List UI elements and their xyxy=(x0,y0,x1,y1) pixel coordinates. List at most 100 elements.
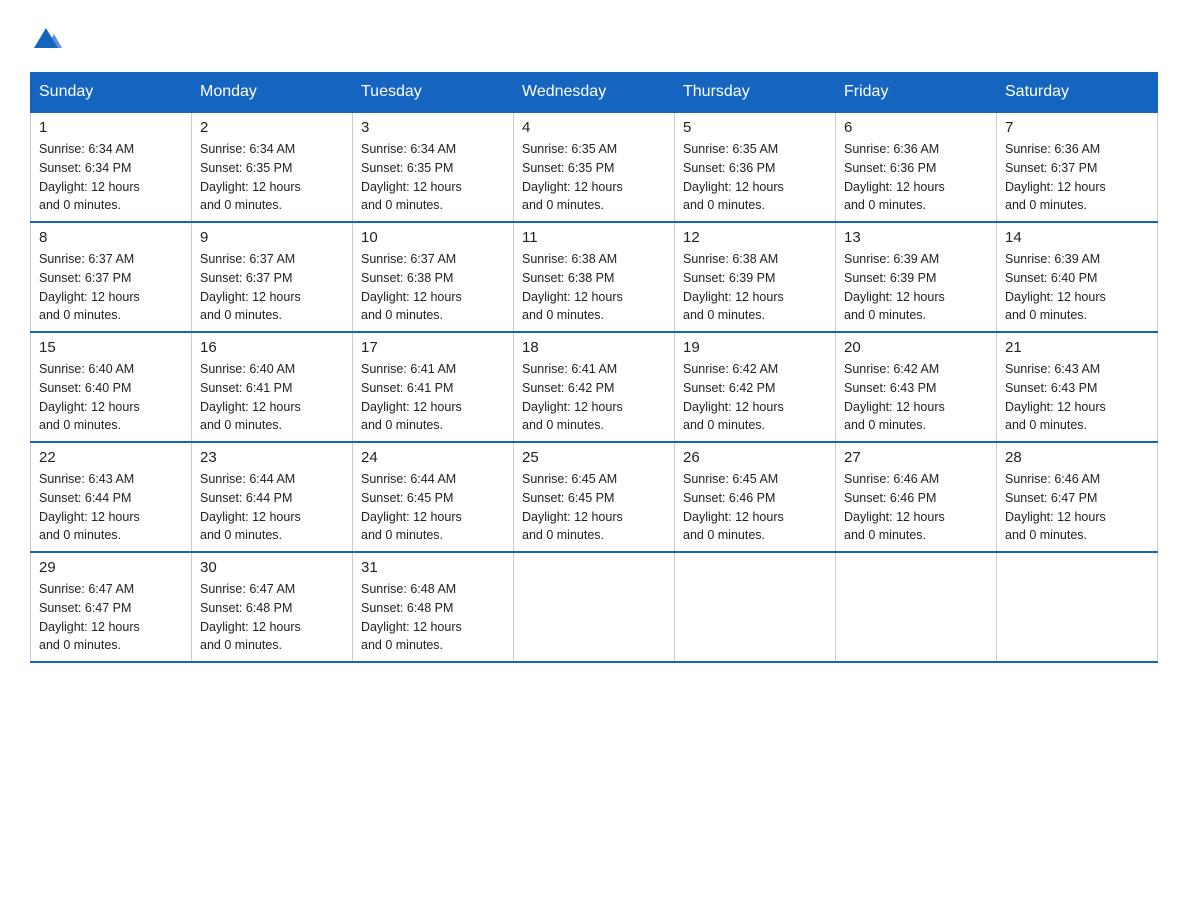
calendar-header-row: SundayMondayTuesdayWednesdayThursdayFrid… xyxy=(31,73,1158,113)
calendar-cell: 27 Sunrise: 6:46 AM Sunset: 6:46 PM Dayl… xyxy=(836,442,997,552)
day-info: Sunrise: 6:43 AM Sunset: 6:44 PM Dayligh… xyxy=(39,470,183,545)
day-number: 8 xyxy=(39,229,183,246)
day-info: Sunrise: 6:34 AM Sunset: 6:34 PM Dayligh… xyxy=(39,140,183,215)
day-info: Sunrise: 6:46 AM Sunset: 6:47 PM Dayligh… xyxy=(1005,470,1149,545)
day-info: Sunrise: 6:38 AM Sunset: 6:38 PM Dayligh… xyxy=(522,250,666,325)
page-header xyxy=(30,20,1158,52)
calendar-cell: 9 Sunrise: 6:37 AM Sunset: 6:37 PM Dayli… xyxy=(192,222,353,332)
calendar-cell: 12 Sunrise: 6:38 AM Sunset: 6:39 PM Dayl… xyxy=(675,222,836,332)
day-number: 3 xyxy=(361,119,505,136)
day-header-saturday: Saturday xyxy=(997,73,1158,113)
day-number: 10 xyxy=(361,229,505,246)
calendar-cell: 16 Sunrise: 6:40 AM Sunset: 6:41 PM Dayl… xyxy=(192,332,353,442)
day-number: 14 xyxy=(1005,229,1149,246)
day-info: Sunrise: 6:36 AM Sunset: 6:36 PM Dayligh… xyxy=(844,140,988,215)
day-info: Sunrise: 6:34 AM Sunset: 6:35 PM Dayligh… xyxy=(361,140,505,215)
calendar-cell: 23 Sunrise: 6:44 AM Sunset: 6:44 PM Dayl… xyxy=(192,442,353,552)
calendar-cell xyxy=(514,552,675,662)
calendar-cell: 25 Sunrise: 6:45 AM Sunset: 6:45 PM Dayl… xyxy=(514,442,675,552)
day-number: 23 xyxy=(200,449,344,466)
calendar-cell: 20 Sunrise: 6:42 AM Sunset: 6:43 PM Dayl… xyxy=(836,332,997,442)
day-number: 26 xyxy=(683,449,827,466)
calendar-week-row: 29 Sunrise: 6:47 AM Sunset: 6:47 PM Dayl… xyxy=(31,552,1158,662)
day-number: 21 xyxy=(1005,339,1149,356)
day-number: 1 xyxy=(39,119,183,136)
day-info: Sunrise: 6:39 AM Sunset: 6:39 PM Dayligh… xyxy=(844,250,988,325)
calendar-cell: 24 Sunrise: 6:44 AM Sunset: 6:45 PM Dayl… xyxy=(353,442,514,552)
day-header-friday: Friday xyxy=(836,73,997,113)
day-number: 27 xyxy=(844,449,988,466)
day-number: 13 xyxy=(844,229,988,246)
day-header-sunday: Sunday xyxy=(31,73,192,113)
calendar-cell: 1 Sunrise: 6:34 AM Sunset: 6:34 PM Dayli… xyxy=(31,112,192,222)
day-number: 9 xyxy=(200,229,344,246)
logo xyxy=(30,20,64,52)
day-number: 16 xyxy=(200,339,344,356)
day-info: Sunrise: 6:44 AM Sunset: 6:44 PM Dayligh… xyxy=(200,470,344,545)
day-number: 12 xyxy=(683,229,827,246)
day-info: Sunrise: 6:44 AM Sunset: 6:45 PM Dayligh… xyxy=(361,470,505,545)
day-info: Sunrise: 6:42 AM Sunset: 6:43 PM Dayligh… xyxy=(844,360,988,435)
calendar-cell: 11 Sunrise: 6:38 AM Sunset: 6:38 PM Dayl… xyxy=(514,222,675,332)
day-info: Sunrise: 6:42 AM Sunset: 6:42 PM Dayligh… xyxy=(683,360,827,435)
day-info: Sunrise: 6:36 AM Sunset: 6:37 PM Dayligh… xyxy=(1005,140,1149,215)
day-number: 11 xyxy=(522,229,666,246)
calendar-cell: 19 Sunrise: 6:42 AM Sunset: 6:42 PM Dayl… xyxy=(675,332,836,442)
day-info: Sunrise: 6:35 AM Sunset: 6:35 PM Dayligh… xyxy=(522,140,666,215)
day-number: 24 xyxy=(361,449,505,466)
day-info: Sunrise: 6:43 AM Sunset: 6:43 PM Dayligh… xyxy=(1005,360,1149,435)
day-header-tuesday: Tuesday xyxy=(353,73,514,113)
calendar-cell: 14 Sunrise: 6:39 AM Sunset: 6:40 PM Dayl… xyxy=(997,222,1158,332)
day-number: 29 xyxy=(39,559,183,576)
day-header-monday: Monday xyxy=(192,73,353,113)
day-number: 30 xyxy=(200,559,344,576)
day-info: Sunrise: 6:41 AM Sunset: 6:42 PM Dayligh… xyxy=(522,360,666,435)
calendar-cell: 30 Sunrise: 6:47 AM Sunset: 6:48 PM Dayl… xyxy=(192,552,353,662)
calendar-cell xyxy=(675,552,836,662)
day-info: Sunrise: 6:45 AM Sunset: 6:45 PM Dayligh… xyxy=(522,470,666,545)
calendar-cell xyxy=(836,552,997,662)
day-info: Sunrise: 6:37 AM Sunset: 6:37 PM Dayligh… xyxy=(39,250,183,325)
calendar-cell: 31 Sunrise: 6:48 AM Sunset: 6:48 PM Dayl… xyxy=(353,552,514,662)
calendar-cell: 18 Sunrise: 6:41 AM Sunset: 6:42 PM Dayl… xyxy=(514,332,675,442)
day-info: Sunrise: 6:46 AM Sunset: 6:46 PM Dayligh… xyxy=(844,470,988,545)
day-number: 4 xyxy=(522,119,666,136)
day-header-wednesday: Wednesday xyxy=(514,73,675,113)
day-number: 15 xyxy=(39,339,183,356)
day-info: Sunrise: 6:35 AM Sunset: 6:36 PM Dayligh… xyxy=(683,140,827,215)
day-number: 5 xyxy=(683,119,827,136)
day-number: 31 xyxy=(361,559,505,576)
calendar-cell: 13 Sunrise: 6:39 AM Sunset: 6:39 PM Dayl… xyxy=(836,222,997,332)
day-info: Sunrise: 6:39 AM Sunset: 6:40 PM Dayligh… xyxy=(1005,250,1149,325)
calendar-cell: 10 Sunrise: 6:37 AM Sunset: 6:38 PM Dayl… xyxy=(353,222,514,332)
calendar-cell: 15 Sunrise: 6:40 AM Sunset: 6:40 PM Dayl… xyxy=(31,332,192,442)
calendar-cell xyxy=(997,552,1158,662)
calendar-week-row: 15 Sunrise: 6:40 AM Sunset: 6:40 PM Dayl… xyxy=(31,332,1158,442)
day-info: Sunrise: 6:41 AM Sunset: 6:41 PM Dayligh… xyxy=(361,360,505,435)
calendar-cell: 8 Sunrise: 6:37 AM Sunset: 6:37 PM Dayli… xyxy=(31,222,192,332)
calendar-week-row: 8 Sunrise: 6:37 AM Sunset: 6:37 PM Dayli… xyxy=(31,222,1158,332)
day-header-thursday: Thursday xyxy=(675,73,836,113)
day-info: Sunrise: 6:40 AM Sunset: 6:41 PM Dayligh… xyxy=(200,360,344,435)
calendar-cell: 5 Sunrise: 6:35 AM Sunset: 6:36 PM Dayli… xyxy=(675,112,836,222)
calendar-cell: 4 Sunrise: 6:35 AM Sunset: 6:35 PM Dayli… xyxy=(514,112,675,222)
day-info: Sunrise: 6:47 AM Sunset: 6:48 PM Dayligh… xyxy=(200,580,344,655)
day-info: Sunrise: 6:37 AM Sunset: 6:37 PM Dayligh… xyxy=(200,250,344,325)
day-info: Sunrise: 6:45 AM Sunset: 6:46 PM Dayligh… xyxy=(683,470,827,545)
calendar-cell: 26 Sunrise: 6:45 AM Sunset: 6:46 PM Dayl… xyxy=(675,442,836,552)
calendar-cell: 2 Sunrise: 6:34 AM Sunset: 6:35 PM Dayli… xyxy=(192,112,353,222)
day-info: Sunrise: 6:38 AM Sunset: 6:39 PM Dayligh… xyxy=(683,250,827,325)
day-number: 20 xyxy=(844,339,988,356)
day-number: 19 xyxy=(683,339,827,356)
day-info: Sunrise: 6:34 AM Sunset: 6:35 PM Dayligh… xyxy=(200,140,344,215)
calendar-table: SundayMondayTuesdayWednesdayThursdayFrid… xyxy=(30,72,1158,663)
calendar-cell: 3 Sunrise: 6:34 AM Sunset: 6:35 PM Dayli… xyxy=(353,112,514,222)
day-number: 17 xyxy=(361,339,505,356)
day-info: Sunrise: 6:37 AM Sunset: 6:38 PM Dayligh… xyxy=(361,250,505,325)
day-info: Sunrise: 6:47 AM Sunset: 6:47 PM Dayligh… xyxy=(39,580,183,655)
day-number: 2 xyxy=(200,119,344,136)
calendar-cell: 7 Sunrise: 6:36 AM Sunset: 6:37 PM Dayli… xyxy=(997,112,1158,222)
calendar-week-row: 22 Sunrise: 6:43 AM Sunset: 6:44 PM Dayl… xyxy=(31,442,1158,552)
day-number: 25 xyxy=(522,449,666,466)
calendar-cell: 22 Sunrise: 6:43 AM Sunset: 6:44 PM Dayl… xyxy=(31,442,192,552)
